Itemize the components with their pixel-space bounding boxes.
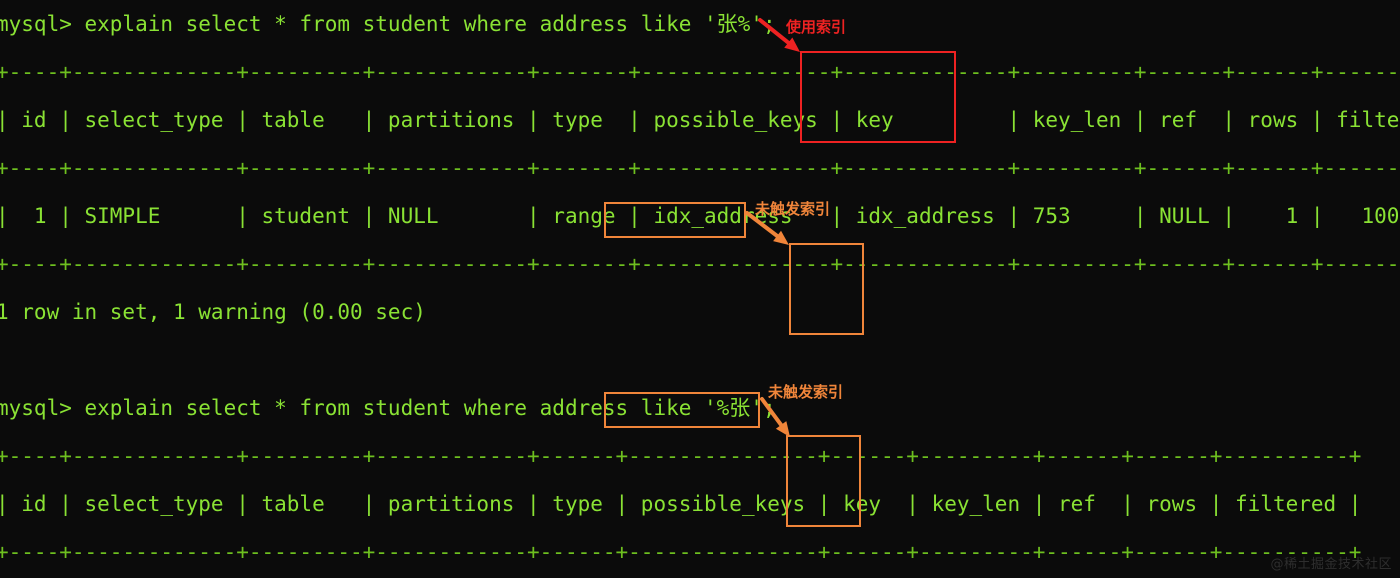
table-separator: +----+-------------+---------+----------…: [0, 60, 1400, 84]
table-separator: +----+-------------+---------+----------…: [0, 156, 1400, 180]
table-separator: +----+-------------+---------+----------…: [0, 252, 1400, 276]
watermark: @稀土掘金技术社区: [1270, 557, 1392, 572]
table-separator: +----+-------------+---------+----------…: [0, 540, 1362, 564]
output-line: | 1 | SIMPLE | student | NULL | range | …: [0, 204, 1400, 228]
output-line: | id | select_type | table | partitions …: [0, 492, 1362, 516]
prompt-line: mysql> explain select * from student whe…: [0, 12, 776, 36]
terminal-output: mysql> explain select * from student whe…: [0, 0, 1400, 578]
output-line: 1 row in set, 1 warning (0.00 sec): [0, 300, 426, 324]
table-separator: +----+-------------+---------+----------…: [0, 444, 1362, 468]
prompt-line: mysql> explain select * from student whe…: [0, 396, 776, 420]
terminal-screenshot: mysql> explain select * from student whe…: [0, 0, 1400, 578]
output-line: | id | select_type | table | partitions …: [0, 108, 1400, 132]
